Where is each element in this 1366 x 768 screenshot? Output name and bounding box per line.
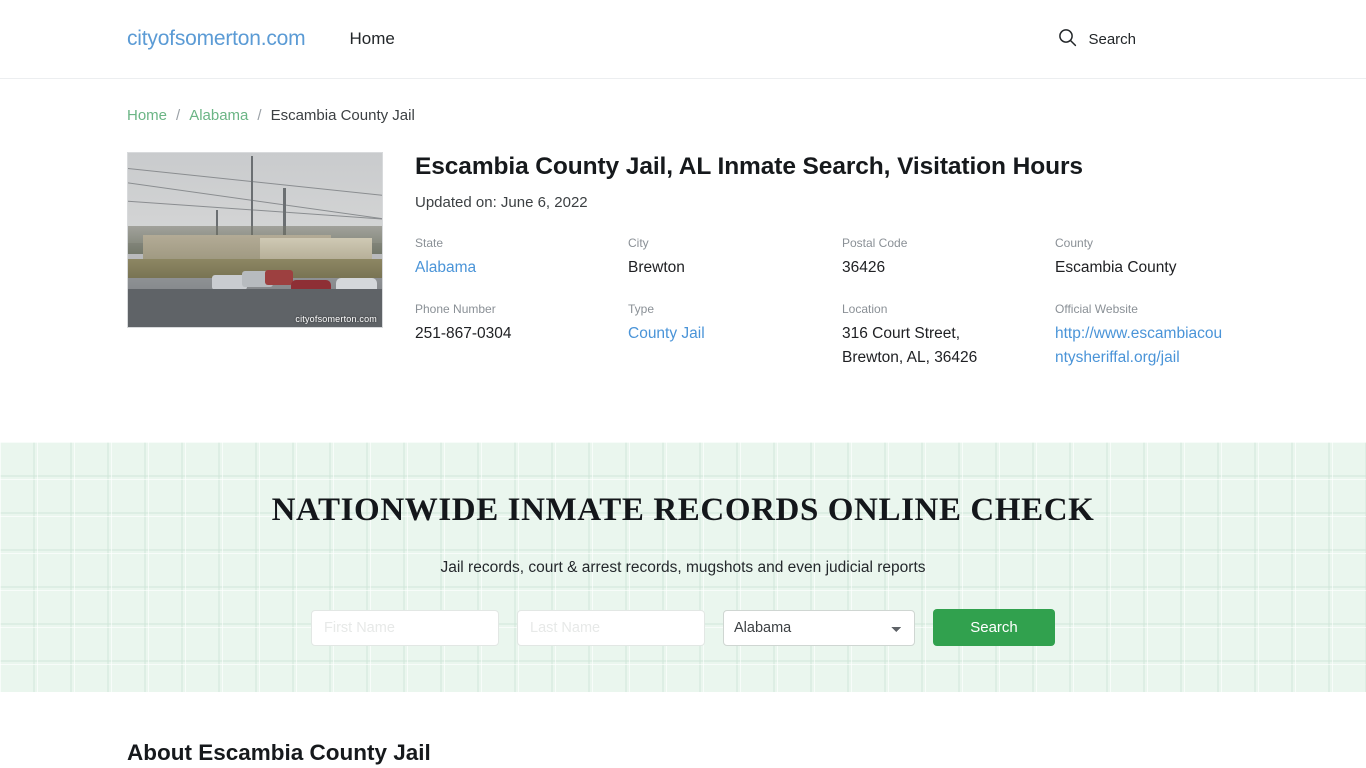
updated-date: Updated on: June 6, 2022 (415, 194, 588, 212)
type-link[interactable]: County Jail (628, 325, 705, 342)
fact-county: County Escambia County (1055, 235, 1239, 280)
official-website-link[interactable]: http://www.escambiacountysheriffal.org/j… (1055, 325, 1222, 366)
about-heading: About Escambia County Jail (127, 740, 431, 766)
photo-car (265, 269, 294, 286)
article-header-body: Escambia County Jail, AL Inmate Search, … (415, 152, 1239, 370)
fact-official-website: Official Website http://www.escambiacoun… (1055, 301, 1239, 370)
fact-label: City (628, 236, 649, 251)
jail-photo: cityofsomerton.com (127, 152, 383, 328)
fact-value: http://www.escambiacountysheriffal.org/j… (1055, 322, 1223, 370)
inmate-search-banner: Nationwide Inmate Records Online Check J… (0, 442, 1366, 693)
fact-state: State Alabama (415, 235, 628, 280)
fact-phone-number: Phone Number 251-867-0304 (415, 301, 628, 370)
breadcrumb-item-home[interactable]: Home (127, 107, 167, 124)
header-search-button[interactable]: Search (1058, 28, 1136, 50)
fact-label: Official Website (1055, 302, 1138, 317)
site-logo-link[interactable]: cityofsomerton.com (127, 27, 306, 51)
article-header: cityofsomerton.com Escambia County Jail,… (0, 124, 1366, 371)
fact-label: County (1055, 236, 1094, 251)
page-title: Escambia County Jail, AL Inmate Search, … (415, 153, 1083, 180)
fact-label: Location (842, 302, 888, 317)
about-section: About Escambia County Jail (0, 692, 1366, 767)
site-header: cityofsomerton.com Home Search (0, 0, 1366, 79)
breadcrumb-separator: / (176, 107, 181, 124)
fact-value: Alabama (415, 256, 612, 280)
fact-value: Escambia County (1055, 259, 1177, 277)
fact-location: Location 316 Court Street, Brewton, AL, … (842, 301, 1055, 370)
breadcrumb: Home / Alabama / Escambia County Jail (127, 107, 1239, 124)
fact-value: 316 Court Street, Brewton, AL, 36426 (842, 325, 978, 367)
nav-item-home[interactable]: Home (347, 25, 396, 53)
facts-grid: State Alabama City Brewton Postal Code 3… (415, 235, 1239, 370)
breadcrumb-item-current: Escambia County Jail (270, 107, 415, 124)
fact-city: City Brewton (628, 235, 842, 280)
fact-value: 36426 (842, 259, 886, 277)
breadcrumb-separator: / (257, 107, 262, 124)
fact-value: County Jail (628, 322, 826, 346)
inmate-search-submit-button[interactable]: Search (933, 609, 1055, 647)
fact-type: Type County Jail (628, 301, 842, 370)
banner-heading: Nationwide Inmate Records Online Check (271, 492, 1095, 529)
fact-label: Type (628, 302, 655, 317)
fact-postal-code: Postal Code 36426 (842, 235, 1055, 280)
fact-label: Postal Code (842, 236, 908, 251)
fact-value: Brewton (628, 259, 685, 277)
header-search-label: Search (1088, 30, 1136, 48)
fact-label: Phone Number (415, 302, 496, 317)
photo-watermark: cityofsomerton.com (295, 314, 377, 324)
header-actions: Search (1058, 28, 1239, 50)
breadcrumb-container: Home / Alabama / Escambia County Jail (0, 79, 1366, 124)
state-select[interactable]: Alabama (723, 609, 915, 646)
first-name-input[interactable] (311, 609, 499, 646)
banner-subheading: Jail records, court & arrest records, mu… (440, 559, 926, 577)
fact-value: 251-867-0304 (415, 325, 512, 343)
breadcrumb-item-alabama[interactable]: Alabama (189, 107, 248, 124)
last-name-input[interactable] (517, 609, 705, 646)
main-navigation: Home (347, 25, 396, 53)
photo-antenna-mast (251, 156, 254, 237)
state-link[interactable]: Alabama (415, 259, 476, 276)
fact-label: State (415, 236, 444, 251)
search-icon (1058, 28, 1077, 50)
inmate-search-form: Alabama Search (311, 609, 1055, 647)
